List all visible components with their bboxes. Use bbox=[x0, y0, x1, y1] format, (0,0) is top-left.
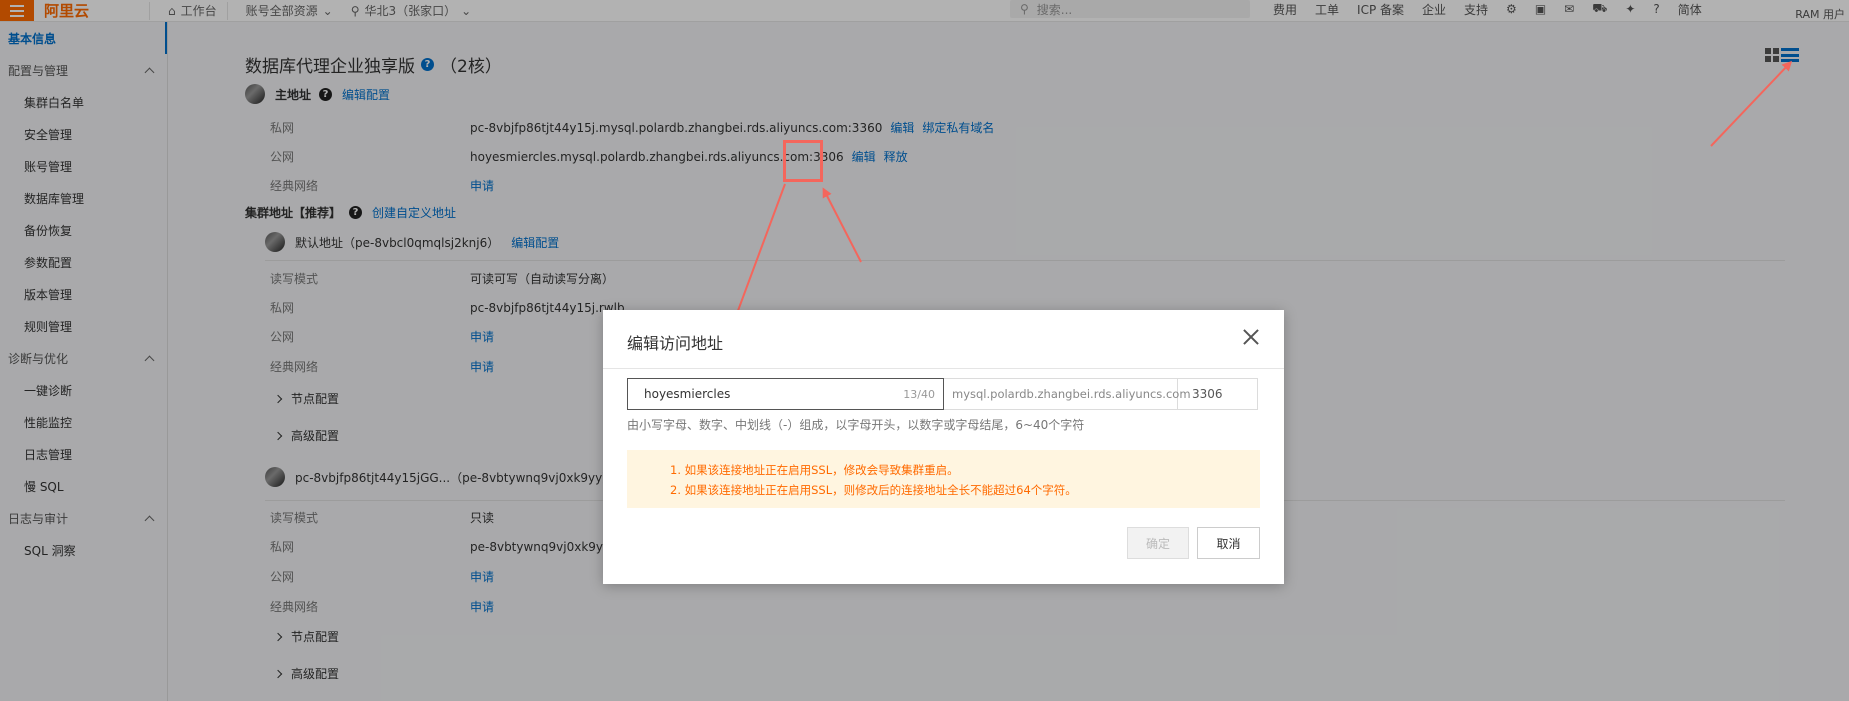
close-icon[interactable] bbox=[1242, 328, 1260, 346]
cancel-button[interactable]: 取消 bbox=[1197, 527, 1260, 559]
address-prefix-input[interactable]: hoyesmiercles 13/40 bbox=[627, 378, 944, 410]
dialog-title: 编辑访问地址 bbox=[627, 334, 724, 353]
ssl-warning: 1. 如果该连接地址正在启用SSL，修改会导致集群重启。 2. 如果该连接地址正… bbox=[627, 450, 1260, 508]
char-count: 13/40 bbox=[903, 387, 935, 401]
arrow-to-list-view bbox=[1710, 60, 1793, 147]
confirm-button[interactable]: 确定 bbox=[1127, 527, 1189, 559]
edit-address-dialog: 编辑访问地址 hoyesmiercles 13/40 mysql.polardb… bbox=[603, 310, 1284, 584]
warning-line: 1. 如果该连接地址正在启用SSL，修改会导致集群重启。 bbox=[670, 463, 959, 477]
address-suffix: mysql.polardb.zhangbei.rds.aliyuncs.com bbox=[944, 378, 1191, 410]
arrow-to-edit bbox=[822, 187, 862, 263]
port-input[interactable]: 3306 bbox=[1178, 378, 1258, 410]
address-prefix-value: hoyesmiercles bbox=[644, 387, 731, 401]
address-input-group: hoyesmiercles 13/40 mysql.polardb.zhangb… bbox=[627, 378, 1258, 410]
warning-line: 2. 如果该连接地址正在启用SSL，则修改后的连接地址全长不能超过64个字符。 bbox=[670, 483, 1077, 497]
input-hint: 由小写字母、数字、中划线（-）组成，以字母开头，以数字或字母结尾，6~40个字符 bbox=[627, 418, 1085, 432]
divider bbox=[603, 368, 1284, 369]
